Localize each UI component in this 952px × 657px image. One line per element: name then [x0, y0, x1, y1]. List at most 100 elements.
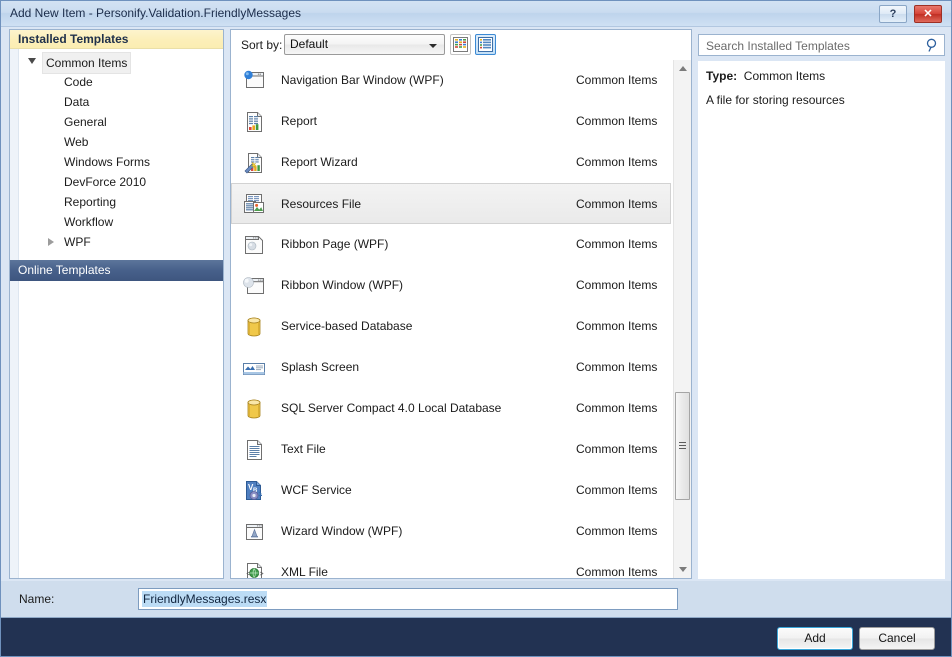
list-item[interactable]: Report Common Items: [231, 101, 671, 142]
list-item[interactable]: Service-based Database Common Items: [231, 306, 671, 347]
svg-text:>: >: [260, 571, 264, 578]
sidebar-item-label: General: [64, 115, 107, 129]
report-icon: [241, 109, 267, 135]
list-item-name: SQL Server Compact 4.0 Local Database: [281, 401, 502, 415]
list-item-name: XML File: [281, 565, 328, 578]
template-details-panel: Type: Common Items A file for storing re…: [698, 61, 945, 579]
list-view-button[interactable]: [475, 34, 496, 55]
list-item-category: Common Items: [576, 197, 658, 211]
list-item-name: Navigation Bar Window (WPF): [281, 73, 444, 87]
list-item-category: Common Items: [576, 565, 658, 578]
list-view-icon: [478, 37, 493, 52]
search-icon[interactable]: [926, 38, 939, 55]
chevron-down-icon[interactable]: [28, 58, 36, 64]
list-item-category: Common Items: [576, 319, 658, 333]
triangle-up-icon: [679, 66, 687, 71]
sidebar-item-reporting[interactable]: Reporting: [10, 192, 223, 212]
list-item-selected[interactable]: Resources File Common Items: [231, 183, 671, 224]
chevron-right-icon[interactable]: [48, 238, 54, 246]
database-icon: [241, 396, 267, 422]
sidebar-item-general[interactable]: General: [10, 112, 223, 132]
list-item-name: Ribbon Page (WPF): [281, 237, 389, 251]
sidebar-item-label: DevForce 2010: [64, 175, 147, 189]
list-item-category: Common Items: [576, 401, 658, 415]
sidebar-item-code[interactable]: Code: [10, 72, 223, 92]
window-title: Add New Item - Personify.Validation.Frie…: [10, 6, 302, 20]
templates-list[interactable]: Navigation Bar Window (WPF) Common Items: [231, 60, 671, 578]
dialog-button-bar: Add Cancel: [1, 617, 951, 656]
list-item[interactable]: Ribbon Window (WPF) Common Items: [231, 265, 671, 306]
sidebar-item-devforce-2010[interactable]: DevForce 2010: [10, 172, 223, 192]
sort-by-value: Default: [290, 37, 329, 51]
list-item-category: Common Items: [576, 114, 658, 128]
list-item-name: Splash Screen: [281, 360, 360, 374]
add-button[interactable]: Add: [777, 627, 853, 650]
list-item[interactable]: Report Wizard Common Items: [231, 142, 671, 183]
list-item-name: Ribbon Window (WPF): [281, 278, 404, 292]
grip-lines-icon: [679, 442, 686, 443]
sort-by-select[interactable]: Default: [284, 34, 445, 55]
add-new-item-dialog: Add New Item - Personify.Validation.Frie…: [0, 0, 952, 657]
list-item[interactable]: V B WCF Service Common Items: [231, 470, 671, 511]
list-item-name: WCF Service: [281, 483, 352, 497]
sidebar-item-label: Workflow: [64, 215, 114, 229]
wizard-window-icon: [241, 519, 267, 545]
list-item[interactable]: < > XML File Common Items: [231, 552, 671, 578]
scroll-down-button[interactable]: [674, 561, 691, 578]
triangle-down-icon: [679, 567, 687, 572]
list-item[interactable]: Splash Screen Common Items: [231, 347, 671, 388]
list-item[interactable]: Ribbon Page (WPF) Common Items: [231, 224, 671, 265]
scrollbar-thumb[interactable]: [675, 392, 690, 500]
list-item-category: Common Items: [576, 237, 658, 251]
list-item-category: Common Items: [576, 483, 658, 497]
detail-type-row: Type: Common Items: [706, 69, 825, 83]
list-item-category: Common Items: [576, 524, 658, 538]
search-input[interactable]: [704, 37, 918, 55]
resources-file-icon: [241, 191, 267, 217]
splash-screen-icon: [241, 355, 267, 381]
grid-view-button[interactable]: [450, 34, 471, 55]
name-label: Name:: [19, 592, 55, 606]
list-item-name: Report Wizard: [281, 155, 358, 169]
detail-type-label: Type:: [706, 69, 738, 83]
wcf-service-icon: V B: [241, 478, 267, 504]
window-nav-icon: [241, 68, 267, 94]
list-item-name: Wizard Window (WPF): [281, 524, 403, 538]
name-input[interactable]: FriendlyMessages.resx: [138, 588, 678, 610]
sidebar-item-data[interactable]: Data: [10, 92, 223, 112]
text-file-icon: [241, 437, 267, 463]
list-item[interactable]: Wizard Window (WPF) Common Items: [231, 511, 671, 552]
sidebar-item-label: Windows Forms: [64, 155, 151, 169]
sidebar-item-wpf[interactable]: WPF: [10, 232, 223, 252]
online-templates-header[interactable]: Online Templates: [10, 260, 223, 281]
sidebar-item-web[interactable]: Web: [10, 132, 223, 152]
list-item[interactable]: Navigation Bar Window (WPF) Common Items: [231, 60, 671, 101]
list-item-name: Service-based Database: [281, 319, 413, 333]
sidebar-item-label: Web: [64, 135, 89, 149]
sidebar-item-workflow[interactable]: Workflow: [10, 212, 223, 232]
cancel-button[interactable]: Cancel: [859, 627, 935, 650]
templates-list-panel: Sort by: Default Navigation Bar Window (…: [230, 29, 692, 579]
sidebar-item-common-items[interactable]: Common Items: [10, 52, 223, 74]
list-item[interactable]: Text File Common Items: [231, 429, 671, 470]
scroll-up-button[interactable]: [674, 60, 691, 77]
title-bar: Add New Item - Personify.Validation.Frie…: [1, 1, 951, 27]
grid-view-icon: [453, 37, 468, 52]
sidebar-item-label: Reporting: [64, 195, 117, 209]
template-category-tree: Common Items Code Data General Web Windo…: [10, 52, 223, 252]
sidebar-item-label: Common Items: [42, 52, 132, 74]
help-button[interactable]: ?: [879, 5, 907, 23]
sidebar-item-windows-forms[interactable]: Windows Forms: [10, 152, 223, 172]
templates-list-scrollbar[interactable]: [673, 60, 691, 578]
close-icon: ✕: [923, 8, 933, 20]
close-button[interactable]: ✕: [914, 5, 942, 23]
search-box[interactable]: [698, 34, 945, 56]
installed-templates-header: Installed Templates: [10, 30, 223, 49]
list-item-category: Common Items: [576, 73, 658, 87]
detail-type-value: Common Items: [743, 69, 826, 83]
list-item-name: Resources File: [281, 197, 362, 211]
ribbon-window-icon: [241, 273, 267, 299]
list-item[interactable]: SQL Server Compact 4.0 Local Database Co…: [231, 388, 671, 429]
name-input-value: FriendlyMessages.resx: [142, 591, 268, 607]
help-icon: ?: [889, 8, 897, 20]
